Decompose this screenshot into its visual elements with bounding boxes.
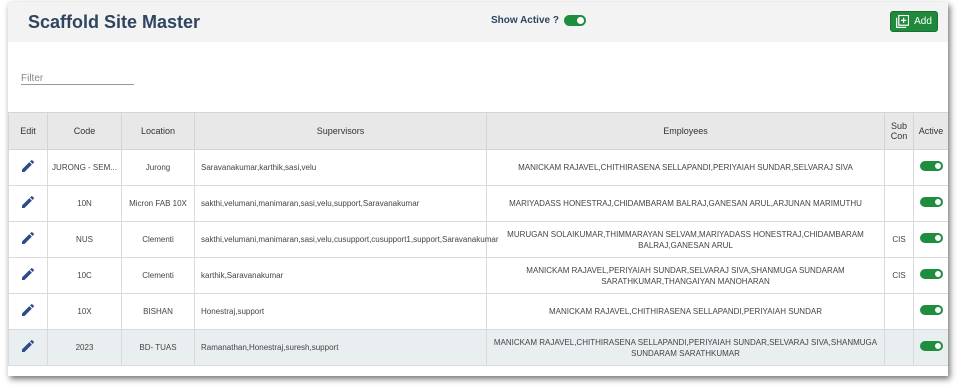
code-cell: 10N [47, 185, 122, 222]
show-active-control[interactable]: Show Active ? [491, 15, 586, 26]
table-row: 10X BISHAN Honestraj,support MANICKAM RAJAV… [8, 293, 948, 330]
subcon-cell [884, 293, 914, 330]
active-toggle[interactable] [919, 197, 943, 207]
edit-cell[interactable] [8, 329, 48, 366]
show-active-toggle[interactable] [563, 15, 586, 26]
employees-cell: MANICKAM RAJAVEL,CHITHIRASENA SELLAPANDI… [486, 329, 885, 366]
column-header[interactable]: Sub Con [884, 112, 914, 150]
subcon-cell [884, 185, 914, 222]
supervisors-cell: Ramanathan,Honestraj,suresh,support [194, 329, 487, 366]
table-row: JURONG - SEM... Jurong Saravanakumar,karth… [8, 149, 948, 186]
add-box-icon [896, 15, 910, 28]
location-cell: BD- TUAS [121, 329, 195, 366]
edit-cell[interactable] [8, 185, 48, 222]
employees-cell: MURUGAN SOLAIKUMAR,THIMMARAYAN SELVAM,MA… [486, 221, 885, 258]
supervisors-cell: sakthi,velumani,manimaran,sasi,velu,supp… [194, 185, 487, 222]
edit-pencil-icon[interactable] [20, 158, 36, 174]
active-cell[interactable] [913, 149, 948, 186]
supervisors-cell: sakthi,velumani,manimaran,sasi,velu,cusu… [194, 221, 498, 258]
active-cell[interactable] [913, 257, 948, 294]
edit-pencil-icon[interactable] [20, 302, 36, 318]
code-cell: NUS [47, 221, 122, 258]
add-button[interactable]: Add [890, 11, 938, 32]
location-cell: Clementi [121, 257, 195, 294]
active-toggle[interactable] [919, 341, 943, 351]
location-cell: Jurong [121, 149, 195, 186]
subcon-cell: CIS [884, 257, 914, 294]
filter-field[interactable] [21, 68, 134, 85]
app-frame: Scaffold Site Master Show Active ? Add E… [8, 2, 948, 376]
column-header[interactable]: Code [47, 112, 122, 150]
employees-cell: MANICKAM RAJAVEL,CHITHIRASENA SELLAPANDI… [486, 149, 885, 186]
active-cell[interactable] [913, 221, 948, 258]
table-row: NUS Clementi sakthi,velumani,manimaran,sas… [8, 221, 948, 258]
supervisors-cell: karthik,Saravanakumar [194, 257, 487, 294]
employees-cell: MARIYADASS HONESTRAJ,CHIDAMBARAM BALRAJ,… [486, 185, 885, 222]
edit-cell[interactable] [8, 221, 48, 258]
subcon-cell: CIS [884, 221, 914, 258]
supervisors-cell: Saravanakumar,karthik,sasi,velu [194, 149, 487, 186]
code-cell: JURONG - SEM... [47, 149, 122, 186]
table-header-row: Edit Code Location Supervisors Employees… [8, 112, 948, 150]
edit-pencil-icon[interactable] [20, 266, 36, 282]
subcon-cell [884, 329, 914, 366]
code-cell: 2023 [47, 329, 122, 366]
page-header: Scaffold Site Master Show Active ? Add [8, 2, 948, 42]
code-cell: 10X [47, 293, 122, 330]
location-cell: BISHAN [121, 293, 195, 330]
edit-pencil-icon[interactable] [20, 194, 36, 210]
page-title: Scaffold Site Master [28, 12, 201, 32]
employees-cell: MANICKAM RAJAVEL,CHITHIRASENA SELLAPANDI… [486, 293, 885, 330]
employees-cell: MANICKAM RAJAVEL,PERIYAIAH SUNDAR,SELVAR… [486, 257, 885, 294]
add-button-label: Add [914, 16, 932, 27]
active-cell[interactable] [913, 329, 948, 366]
active-cell[interactable] [913, 293, 948, 330]
table-row: 10N Micron FAB 10X sakthi,velumani,manimar… [8, 185, 948, 222]
edit-cell[interactable] [8, 149, 48, 186]
edit-cell[interactable] [8, 293, 48, 330]
table-row: 10C Clementi karthik,Saravanakumar MANICKAM… [8, 257, 948, 294]
filter-input[interactable] [21, 73, 134, 84]
location-cell: Micron FAB 10X [121, 185, 195, 222]
active-toggle[interactable] [919, 233, 943, 243]
edit-pencil-icon[interactable] [20, 230, 36, 246]
column-header[interactable]: Employees [486, 112, 885, 150]
supervisors-cell: Honestraj,support [194, 293, 487, 330]
location-cell: Clementi [121, 221, 195, 258]
column-header[interactable]: Location [121, 112, 195, 150]
active-toggle[interactable] [919, 269, 943, 279]
column-header[interactable]: Supervisors [194, 112, 487, 150]
column-header[interactable]: Active [913, 112, 948, 150]
active-cell[interactable] [913, 185, 948, 222]
active-toggle[interactable] [919, 161, 943, 171]
column-header[interactable]: Edit [8, 112, 48, 150]
edit-pencil-icon[interactable] [20, 338, 36, 354]
site-table: Edit Code Location Supervisors Employees… [8, 112, 948, 366]
table-row: 2023 BD- TUAS Ramanathan,Honestraj,suresh,… [8, 329, 948, 366]
code-cell: 10C [47, 257, 122, 294]
edit-cell[interactable] [8, 257, 48, 294]
subcon-cell [884, 149, 914, 186]
show-active-label: Show Active ? [491, 15, 559, 26]
active-toggle[interactable] [919, 305, 943, 315]
